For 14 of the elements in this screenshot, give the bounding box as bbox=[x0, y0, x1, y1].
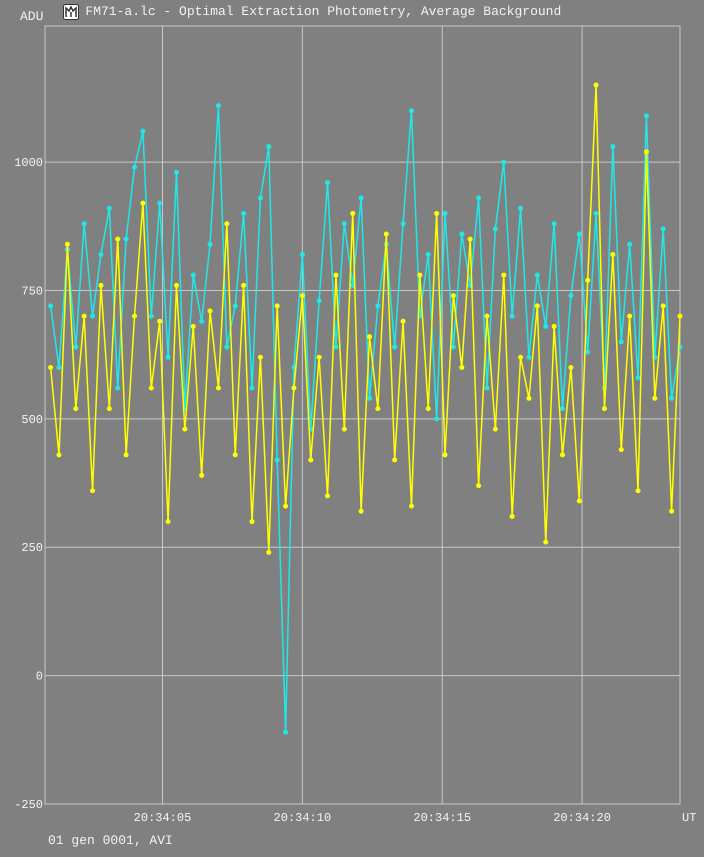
y-tick-label: 250 bbox=[21, 541, 43, 556]
y-axis-label: ADU bbox=[20, 10, 44, 24]
y-tick-label: 750 bbox=[21, 284, 43, 298]
x-tick-label: 20:34:20 bbox=[553, 811, 611, 825]
x-axis-label: UT bbox=[682, 811, 696, 825]
y-tick-label: 500 bbox=[21, 412, 43, 427]
window-title: FM71-a.lc - Optimal Extraction Photometry, Average Background bbox=[85, 4, 562, 20]
y-tick-label: 0 bbox=[36, 670, 43, 684]
footer-text: 01 gen 0001, AVI bbox=[48, 833, 173, 849]
y-tick-label: 1000 bbox=[14, 156, 43, 170]
x-tick-label: 20:34:05 bbox=[134, 811, 192, 825]
x-tick-label: 20:34:15 bbox=[413, 811, 472, 825]
y-tick-label: -250 bbox=[14, 798, 43, 812]
x-tick-label: 20:34:10 bbox=[274, 811, 332, 825]
